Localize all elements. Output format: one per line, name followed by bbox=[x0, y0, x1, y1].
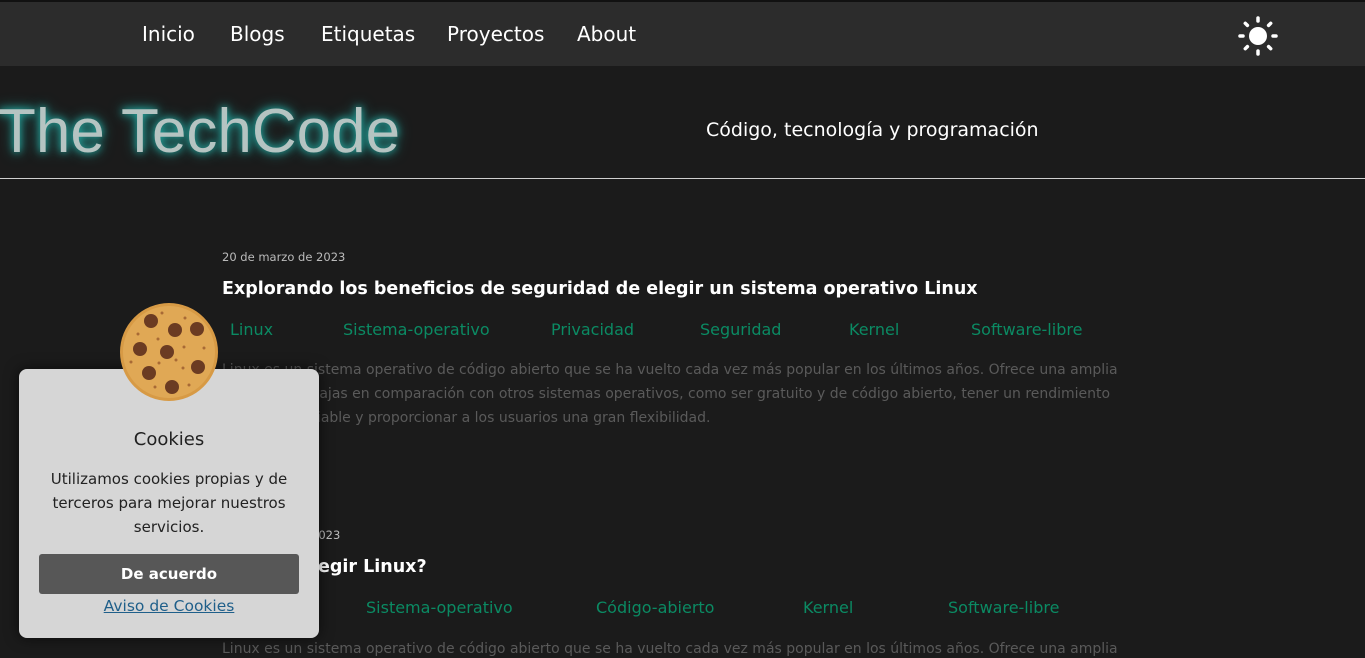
cookie-message: Utilizamos cookies propias y de terceros… bbox=[50, 470, 288, 536]
post-title[interactable]: Explorando los beneficios de seguridad d… bbox=[222, 279, 978, 299]
site-header: The TechCode Código, tecnología y progra… bbox=[0, 66, 1365, 179]
tag-link[interactable]: Seguridad bbox=[700, 320, 781, 339]
cookie-banner: Cookies Utilizamos cookies propias y de … bbox=[19, 369, 319, 638]
tag-link[interactable]: Privacidad bbox=[551, 320, 634, 339]
theme-toggle-button[interactable] bbox=[1238, 16, 1278, 56]
cookie-icon bbox=[120, 303, 218, 401]
tag-link[interactable]: Linux bbox=[230, 320, 273, 339]
tag-link[interactable]: Software-libre bbox=[971, 320, 1082, 339]
tag-link[interactable]: Sistema-operativo bbox=[343, 320, 490, 339]
post-excerpt: Linux es un sistema operativo de código … bbox=[222, 362, 1118, 426]
nav-about[interactable]: About bbox=[577, 22, 636, 46]
cookie-title: Cookies bbox=[133, 429, 205, 450]
nav-etiquetas[interactable]: Etiquetas bbox=[321, 22, 415, 46]
top-navbar: Inicio Blogs Etiquetas Proyectos About bbox=[0, 0, 1365, 66]
tag-link[interactable]: Kernel bbox=[849, 320, 899, 339]
site-tagline: Código, tecnología y programación bbox=[706, 119, 1039, 141]
tag-link[interactable]: Código-abierto bbox=[596, 598, 714, 617]
post-date: 20 de marzo de 2023 bbox=[222, 250, 346, 264]
cookie-accept-button[interactable]: De acuerdo bbox=[39, 554, 299, 594]
sun-icon bbox=[1238, 16, 1278, 56]
tag-link[interactable]: Software-libre bbox=[948, 598, 1059, 617]
site-title: The TechCode bbox=[0, 97, 401, 166]
nav-blogs[interactable]: Blogs bbox=[230, 22, 285, 46]
nav-inicio[interactable]: Inicio bbox=[142, 22, 195, 46]
post-title[interactable]: egir Linux? bbox=[318, 557, 427, 577]
cookie-policy-link[interactable]: Aviso de Cookies bbox=[19, 597, 319, 615]
post-excerpt: Linux es un sistema operativo de código … bbox=[222, 641, 1118, 657]
tag-link[interactable]: Kernel bbox=[803, 598, 853, 617]
nav-proyectos[interactable]: Proyectos bbox=[447, 22, 544, 46]
tag-link[interactable]: Sistema-operativo bbox=[366, 598, 513, 617]
